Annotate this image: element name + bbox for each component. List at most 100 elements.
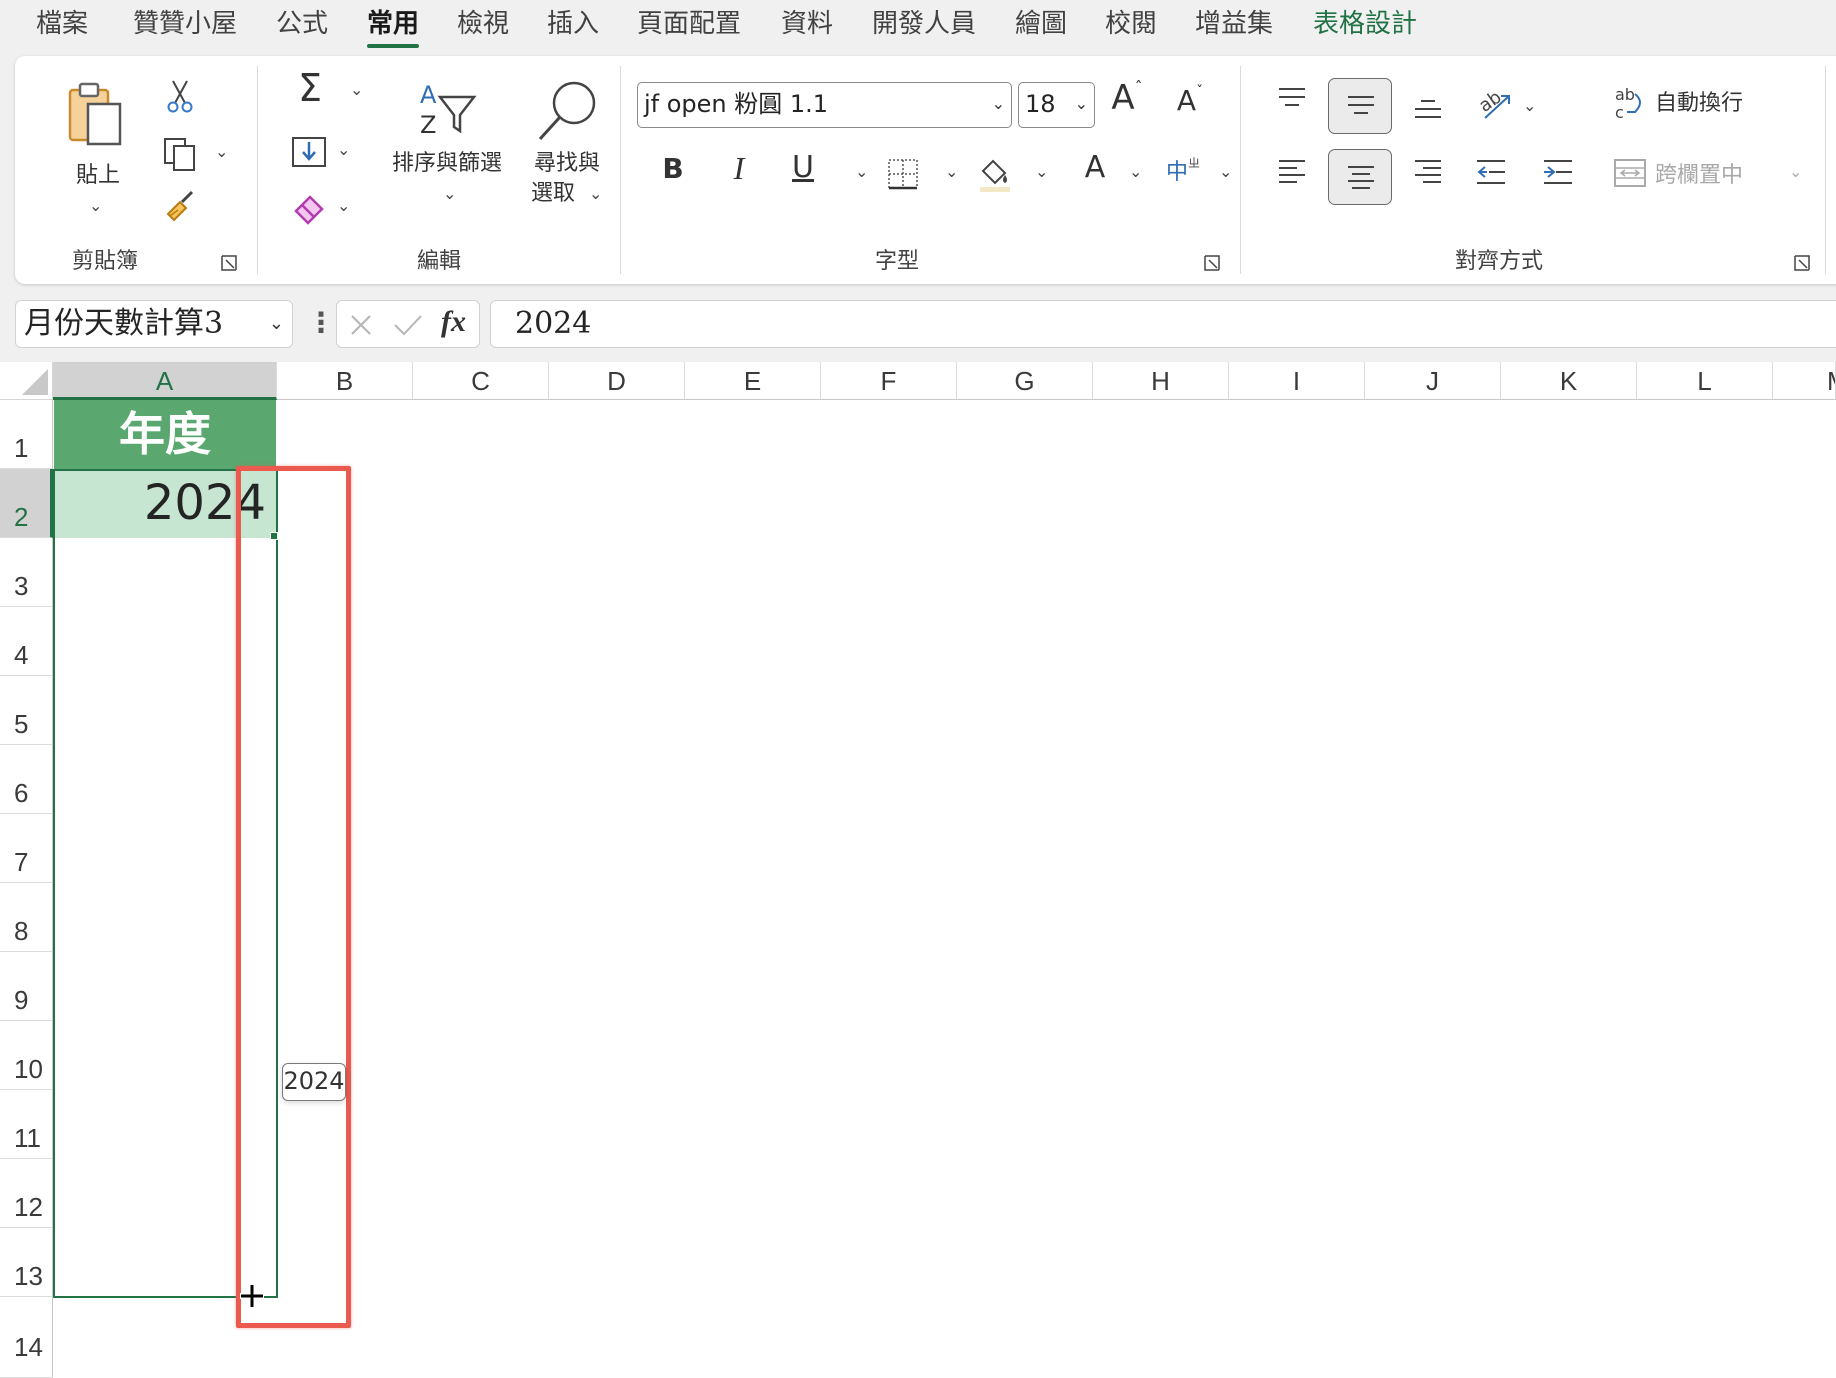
decrease-font-size-icon[interactable]: Aˇ [1170,84,1210,117]
row-header-13[interactable]: 13 [0,1228,53,1297]
cancel-icon[interactable] [349,313,373,337]
row-header-11[interactable]: 11 [0,1090,53,1159]
italic-icon[interactable]: I [721,150,757,187]
phonetic-chevron-icon[interactable]: ⌄ [1219,164,1232,180]
alignment-launcher-icon[interactable] [1793,254,1811,272]
underline-chevron-icon[interactable]: ⌄ [855,164,868,180]
row-header-6[interactable]: 6 [0,745,53,814]
increase-indent-icon[interactable] [1542,158,1574,186]
name-box[interactable]: 月份天數計算3 ⌄ [15,300,293,348]
font-launcher-icon[interactable] [1203,254,1221,272]
tab-page-layout[interactable]: 頁面配置 [637,6,741,42]
row-header-9[interactable]: 9 [0,952,53,1021]
tab-draw[interactable]: 繪圖 [1015,6,1067,42]
column-header-f[interactable]: F [821,362,957,400]
font-name-select[interactable]: jf open 粉圓 1.1 ⌄ [637,82,1012,128]
row-header-1[interactable]: 1 [0,400,53,469]
find-select-label-line2[interactable]: 選取 [523,180,583,208]
column-header-j[interactable]: J [1365,362,1501,400]
find-select-button[interactable] [527,74,607,150]
enter-icon[interactable] [393,313,423,337]
select-all-button[interactable] [0,362,53,400]
row-header-2[interactable]: 2 [0,469,53,538]
borders-chevron-icon[interactable]: ⌄ [945,164,958,180]
font-color-chevron-icon[interactable]: ⌄ [1129,164,1142,180]
column-header-b[interactable]: B [277,362,413,400]
fill-chevron-icon[interactable]: ⌄ [337,142,350,158]
row-header-5[interactable]: 5 [0,676,53,745]
name-box-chevron-icon[interactable]: ⌄ [269,301,284,347]
font-color-icon[interactable]: A [1077,150,1113,185]
align-right-icon[interactable] [1413,158,1443,186]
row-header-8[interactable]: 8 [0,883,53,952]
tab-data[interactable]: 資料 [781,6,833,42]
autosum-chevron-icon[interactable]: ⌄ [350,82,363,98]
insert-function-icon[interactable]: fx [441,305,466,339]
tab-developer[interactable]: 開發人員 [872,6,976,42]
orientation-chevron-icon[interactable]: ⌄ [1523,98,1536,114]
align-middle-icon[interactable] [1346,94,1376,118]
tab-formulas[interactable]: 公式 [276,6,328,42]
sort-filter-chevron-icon[interactable]: ⌄ [443,186,456,202]
tab-review[interactable]: 校閱 [1105,6,1157,42]
row-header-10[interactable]: 10 [0,1021,53,1090]
phonetic-icon[interactable]: 中ㄓ [1163,154,1203,186]
decrease-indent-icon[interactable] [1475,158,1507,186]
borders-button[interactable] [883,154,923,194]
tab-zanzan[interactable]: 贊贊小屋 [133,6,237,42]
increase-font-size-icon[interactable]: Aˆ [1105,78,1149,118]
font-size-select[interactable]: 18 ⌄ [1018,82,1095,128]
fill-color-button[interactable] [973,152,1017,196]
column-header-a[interactable]: A [53,362,277,400]
align-left-icon[interactable] [1277,158,1307,186]
paste-label[interactable]: 貼上 [63,162,133,190]
tab-view[interactable]: 檢視 [457,6,509,42]
column-header-e[interactable]: E [685,362,821,400]
orientation-icon[interactable]: ab [1475,86,1515,122]
row-header-3[interactable]: 3 [0,538,53,607]
align-bottom-icon[interactable] [1413,98,1443,122]
bold-icon[interactable]: B [655,152,691,185]
fill-button[interactable] [287,132,331,172]
cell-a1-header[interactable]: 年度 [54,400,276,469]
column-header-l[interactable]: L [1637,362,1773,400]
copy-button[interactable] [155,132,205,176]
column-header-h[interactable]: H [1093,362,1229,400]
clear-button[interactable] [287,188,331,228]
formula-input[interactable]: 2024 [490,300,1836,348]
wrap-text-icon[interactable]: ab c [1613,84,1647,124]
find-select-chevron-icon[interactable]: ⌄ [589,186,602,202]
column-header-k[interactable]: K [1501,362,1637,400]
row-header-4[interactable]: 4 [0,607,53,676]
tab-addins[interactable]: 增益集 [1195,6,1273,42]
clear-chevron-icon[interactable]: ⌄ [337,198,350,214]
sort-filter-button[interactable]: A Z [409,74,485,144]
wrap-text-label[interactable]: 自動換行 [1655,90,1743,118]
tab-table-design[interactable]: 表格設計 [1313,6,1417,42]
paste-button[interactable] [60,74,132,156]
column-header-m[interactable]: M [1773,362,1836,400]
tab-insert[interactable]: 插入 [547,6,599,42]
tab-home[interactable]: 常用 [367,6,420,48]
paste-chevron-icon[interactable]: ⌄ [89,198,102,214]
find-select-label-line1[interactable]: 尋找與 [525,150,609,178]
clipboard-launcher-icon[interactable] [220,254,238,272]
sort-filter-label[interactable]: 排序與篩選 [382,150,512,178]
autosum-icon[interactable]: Σ [290,66,330,110]
column-header-c[interactable]: C [413,362,549,400]
column-header-i[interactable]: I [1229,362,1365,400]
row-header-12[interactable]: 12 [0,1159,53,1228]
row-header-7[interactable]: 7 [0,814,53,883]
fill-color-chevron-icon[interactable]: ⌄ [1035,164,1048,180]
underline-icon[interactable]: U [785,150,821,185]
cut-button[interactable] [160,76,200,116]
format-painter-button[interactable] [155,184,205,228]
row-header-14[interactable]: 14 [0,1297,53,1378]
align-top-icon[interactable] [1277,86,1307,110]
align-center-icon[interactable] [1346,164,1376,192]
column-header-d[interactable]: D [549,362,685,400]
column-header-g[interactable]: G [957,362,1093,400]
more-options-icon[interactable]: ⋮ [307,306,335,339]
tab-file[interactable]: 檔案 [36,6,88,42]
copy-chevron-icon[interactable]: ⌄ [215,144,228,160]
